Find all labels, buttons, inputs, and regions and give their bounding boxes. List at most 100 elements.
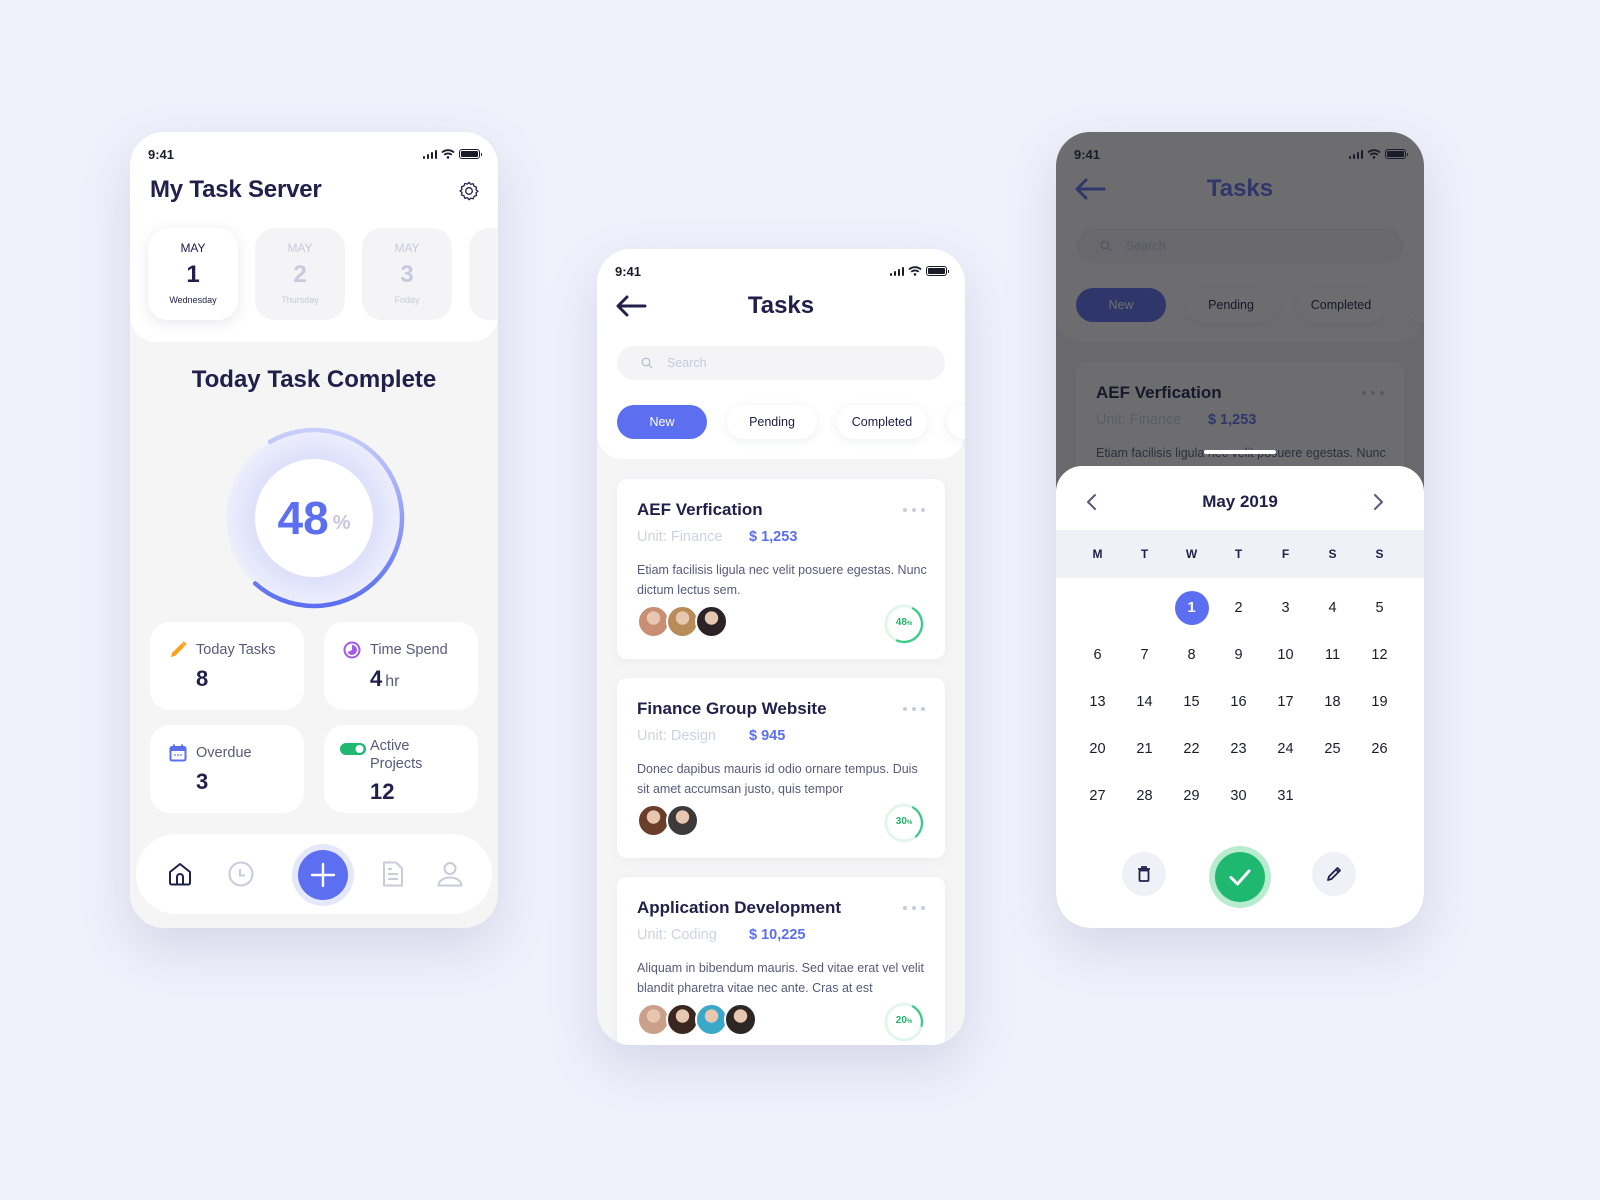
calendar-day[interactable]: 19 [1356, 678, 1403, 725]
calendar-day[interactable]: 13 [1074, 678, 1121, 725]
more-options-icon[interactable] [903, 906, 925, 910]
task-title: Application Development [637, 898, 842, 917]
add-icon [310, 862, 336, 888]
profile-icon[interactable] [436, 860, 464, 888]
delete-button[interactable] [1122, 852, 1166, 896]
delete-icon [1138, 866, 1150, 882]
more-options-icon[interactable] [903, 508, 925, 512]
calendar-day[interactable]: 7 [1121, 631, 1168, 678]
stat-value: 8 [196, 666, 209, 691]
date-card[interactable]: MAY 2 Thursday [255, 228, 345, 320]
date-weekday: Thursday [281, 295, 319, 305]
calendar-day[interactable]: 15 [1168, 678, 1215, 725]
avatar[interactable] [724, 1003, 757, 1036]
task-card[interactable]: AEF Verfication Unit: Finance $ 1,253 Etiam… [617, 479, 945, 659]
date-day: 3 [400, 261, 414, 288]
calendar-day[interactable]: 24 [1262, 725, 1309, 772]
calendar-day[interactable]: 20 [1074, 725, 1121, 772]
date-card-partial[interactable] [469, 228, 498, 320]
calendar-day[interactable]: 2 [1215, 584, 1262, 631]
task-card[interactable]: Application Development Unit: Coding $ 10,… [617, 877, 945, 1045]
page-title: My Task Server [150, 176, 322, 203]
pencil-icon [171, 641, 187, 657]
sheet-drag-handle[interactable] [1204, 450, 1276, 454]
assignee-avatars [637, 1003, 757, 1036]
avatar[interactable] [695, 605, 728, 638]
calendar-day[interactable]: 23 [1215, 725, 1262, 772]
calendar-day[interactable]: 22 [1168, 725, 1215, 772]
stat-today-tasks[interactable]: Today Tasks 8 [150, 622, 304, 710]
calendar-day[interactable]: 28 [1121, 772, 1168, 819]
tab-new[interactable]: New [617, 405, 707, 439]
home-icon[interactable] [166, 860, 194, 888]
stat-label: Time Spend [370, 642, 448, 658]
search-input[interactable]: Search [617, 346, 945, 380]
avatar[interactable] [666, 804, 699, 837]
calendar-day[interactable]: 26 [1356, 725, 1403, 772]
confirm-button[interactable] [1209, 846, 1271, 908]
task-title: AEF Verfication [637, 500, 763, 519]
weekday-header: M T W T F S S [1056, 530, 1424, 578]
task-unit: Unit: Design [637, 728, 716, 744]
status-bar: 9:41 [130, 132, 498, 168]
document-icon[interactable] [379, 860, 407, 888]
date-month: MAY [394, 241, 420, 255]
calendar-day[interactable]: 27 [1074, 772, 1121, 819]
date-card[interactable]: MAY 1 Wednesday [148, 228, 238, 320]
calendar-empty-cell [1121, 584, 1168, 631]
calendar-day[interactable]: 11 [1309, 631, 1356, 678]
more-options-icon[interactable] [903, 707, 925, 711]
calendar-day[interactable]: 10 [1262, 631, 1309, 678]
progress-label: 20% [895, 1015, 913, 1026]
calendar-day-selected[interactable]: 1 [1168, 584, 1215, 631]
calendar-icon [169, 744, 187, 762]
battery-icon [1385, 149, 1408, 159]
date-day: 2 [293, 261, 307, 288]
calendar-day[interactable]: 12 [1356, 631, 1403, 678]
calendar-day[interactable]: 21 [1121, 725, 1168, 772]
task-price: $ 1,253 [749, 529, 798, 545]
calendar-day[interactable]: 18 [1309, 678, 1356, 725]
calendar-day[interactable]: 8 [1168, 631, 1215, 678]
tab-completed[interactable]: Completed [837, 405, 927, 439]
weekday-label: T [1140, 547, 1149, 561]
tasks-screen: 9:41 Tasks Search New Pending Completed … [597, 249, 965, 1045]
stat-active-projects[interactable]: Active Projects 12 [324, 725, 478, 813]
calendar-day[interactable]: 14 [1121, 678, 1168, 725]
date-month: MAY [287, 241, 313, 255]
calendar-screen: 9:41 Tasks Search New Pending Completed … [1056, 132, 1424, 928]
task-card[interactable]: Finance Group Website Unit: Design $ 945 Do… [617, 678, 945, 858]
task-description: Donec dapibus mauris id odio ornare temp… [637, 762, 918, 796]
date-card[interactable]: MAY 3 Friday [362, 228, 452, 320]
calendar-day[interactable]: 31 [1262, 772, 1309, 819]
tab-more-partial[interactable] [947, 405, 965, 439]
signal-icon [889, 266, 904, 276]
clock-icon[interactable] [227, 860, 255, 888]
chevron-right-icon[interactable] [1368, 492, 1388, 512]
date-day: 1 [186, 261, 200, 288]
calendar-day[interactable]: 29 [1168, 772, 1215, 819]
stat-time-spend[interactable]: Time Spend 4 hr [324, 622, 478, 710]
tab-pending[interactable]: Pending [727, 405, 817, 439]
add-button[interactable] [292, 844, 354, 906]
gear-icon[interactable] [458, 180, 480, 202]
stat-label: Overdue [196, 745, 252, 761]
calendar-day[interactable]: 16 [1215, 678, 1262, 725]
task-unit: Unit: Coding [637, 927, 717, 943]
calendar-day[interactable]: 4 [1309, 584, 1356, 631]
calendar-day[interactable]: 25 [1309, 725, 1356, 772]
status-bar: 9:41 [1056, 132, 1424, 168]
calendar-day[interactable]: 5 [1356, 584, 1403, 631]
search-icon [641, 357, 653, 369]
page-title: Tasks [747, 292, 815, 319]
calendar-day[interactable]: 6 [1074, 631, 1121, 678]
calendar-day[interactable]: 3 [1262, 584, 1309, 631]
calendar-day[interactable]: 9 [1215, 631, 1262, 678]
calendar-day[interactable]: 17 [1262, 678, 1309, 725]
stat-label: Active Projects [370, 738, 423, 772]
clock-pie-icon [343, 641, 361, 659]
calendar-day[interactable]: 30 [1215, 772, 1262, 819]
status-time: 9:41 [148, 146, 175, 162]
stat-overdue[interactable]: Overdue 3 [150, 725, 304, 813]
edit-button[interactable] [1312, 852, 1356, 896]
